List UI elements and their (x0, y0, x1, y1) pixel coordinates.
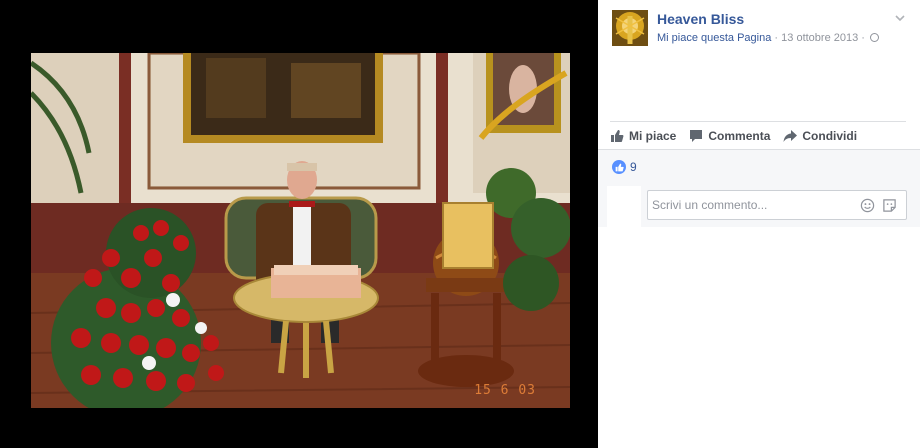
post-meta: Mi piace questa Pagina · 13 ottobre 2013… (657, 32, 880, 44)
user-avatar (607, 186, 641, 228)
chevron-down-icon[interactable] (894, 12, 906, 24)
page-name-link[interactable]: Heaven Bliss (657, 11, 744, 27)
share-arrow-icon (783, 129, 798, 142)
like-button[interactable]: Mi piace (610, 129, 676, 143)
like-button-label: Mi piace (629, 128, 677, 143)
post-date[interactable]: 13 ottobre 2013 (781, 32, 858, 44)
like-page-link[interactable]: Mi piace questa Pagina (657, 32, 771, 44)
like-reaction-icon (612, 160, 626, 174)
sticker-icon[interactable] (882, 198, 897, 213)
post-header: Heaven Bliss Mi piace questa Pagina · 13… (612, 10, 908, 50)
comments-section: 9 (598, 149, 920, 228)
comment-button[interactable]: Commenta (689, 129, 770, 143)
post-actions: Mi piace Commenta Condividi (610, 121, 906, 149)
comment-input[interactable] (652, 197, 852, 213)
post-photo[interactable]: 15 6 03 (31, 53, 570, 408)
photo-date-stamp: 15 6 03 (474, 383, 536, 398)
photo-viewer: 15 6 03 (0, 0, 598, 448)
comment-button-label: Commenta (708, 128, 771, 143)
page-avatar-image (612, 10, 648, 46)
meta-separator: · (774, 32, 779, 44)
thumbs-up-icon (611, 129, 624, 142)
smiley-icon[interactable] (860, 198, 875, 213)
meta-separator-2: · (861, 32, 865, 44)
post-sidebar: Heaven Bliss Mi piace questa Pagina · 13… (598, 0, 920, 448)
reaction-count[interactable]: 9 (630, 160, 637, 174)
share-button-label: Condividi (802, 128, 858, 143)
speech-bubble-icon (690, 129, 703, 142)
reactions-summary[interactable]: 9 (612, 160, 637, 174)
photo-scene (31, 53, 570, 408)
globe-icon[interactable] (870, 33, 880, 42)
thumbs-up-icon (615, 163, 624, 171)
comment-composer (647, 190, 907, 220)
share-button[interactable]: Condividi (783, 129, 857, 143)
page-avatar[interactable] (612, 10, 648, 46)
